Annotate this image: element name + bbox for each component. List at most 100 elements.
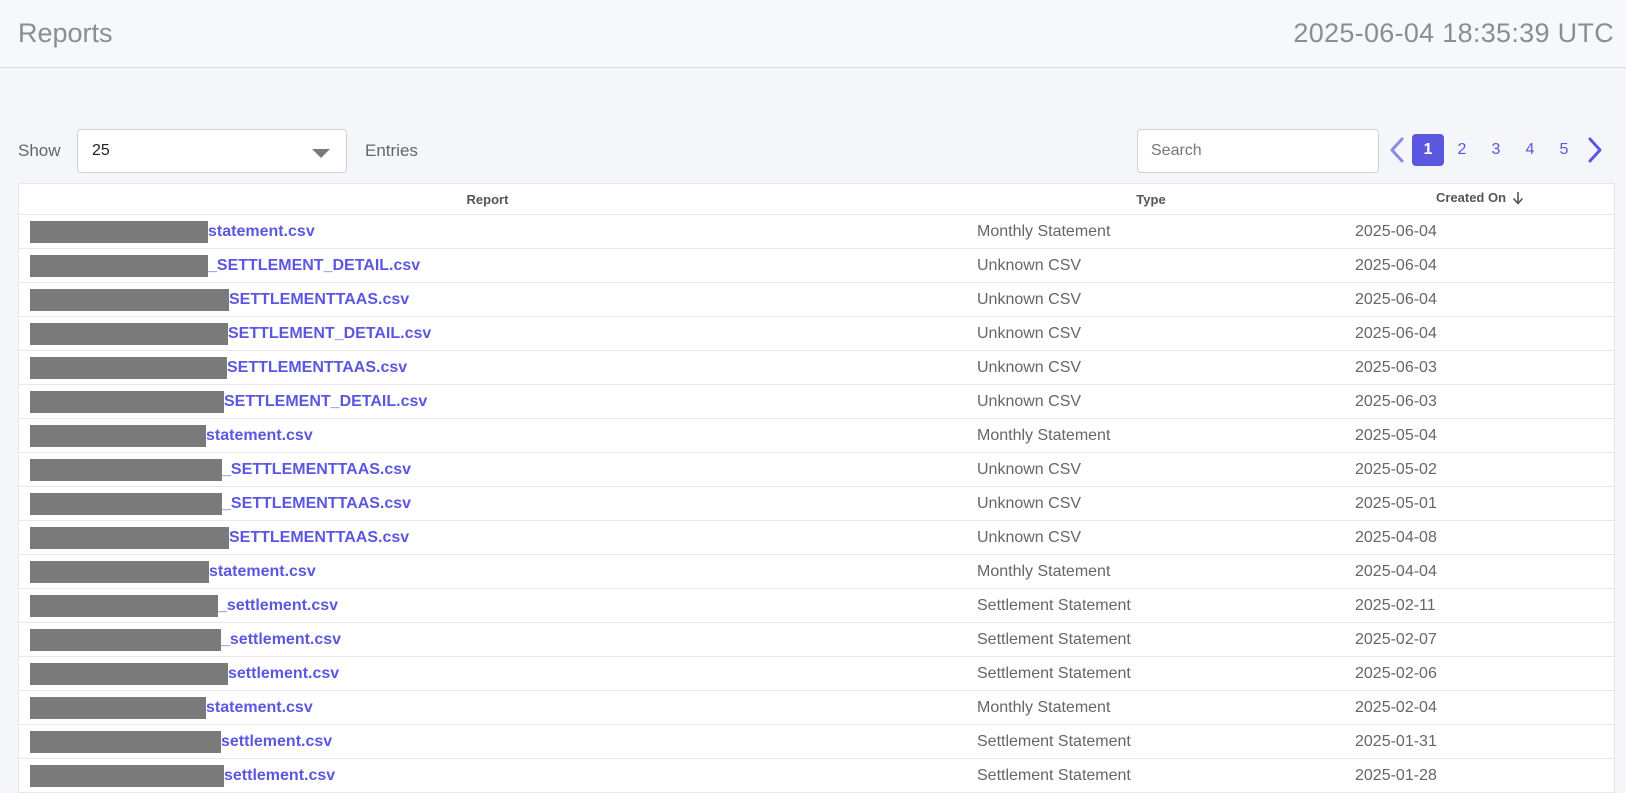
created-on-cell: 2025-06-04 [1346,316,1614,351]
page-header: Reports 2025-06-04 18:35:39 UTC [0,0,1626,68]
report-type-cell: Settlement Statement [956,656,1346,691]
report-file-link[interactable]: SETTLEMENTTAAS.csv [229,529,409,546]
report-type-cell: Unknown CSV [956,350,1346,385]
report-type-cell: Settlement Statement [956,724,1346,759]
redacted-block [30,254,208,277]
column-header-created-on[interactable]: Created On [1346,184,1614,215]
report-file-link[interactable]: SETTLEMENTTAAS.csv [229,291,409,308]
created-on-cell: 2025-02-07 [1346,622,1614,657]
table-row: settlement.csv Settlement Statement 2025-0… [19,656,1614,691]
created-on-cell: 2025-06-03 [1346,350,1614,385]
created-on-cell: 2025-02-11 [1346,588,1614,623]
report-cell: statement.csv [19,214,956,249]
report-file-link[interactable]: _SETTLEMENTTAAS.csv [222,461,411,478]
table-row: settlement.csv Settlement Statement 2025-0… [19,758,1614,793]
created-on-cell: 2025-05-01 [1346,486,1614,521]
redacted-block [30,322,228,345]
redacted-block [30,696,206,719]
report-cell: SETTLEMENTTAAS.csv [19,350,956,385]
report-type-cell: Unknown CSV [956,520,1346,555]
redacted-block [30,594,218,617]
report-file-link[interactable]: statement.csv [206,699,313,716]
table-row: SETTLEMENTTAAS.csv Unknown CSV 2025-04-08 [19,520,1614,555]
report-cell: settlement.csv [19,758,956,793]
next-page-icon[interactable] [1581,132,1609,168]
created-on-cell: 2025-04-08 [1346,520,1614,555]
created-on-cell: 2025-02-06 [1346,656,1614,691]
report-type-cell: Unknown CSV [956,282,1346,317]
redacted-block [30,288,229,311]
entries-label: Entries [365,141,418,160]
pagination: 12345 [1383,132,1609,168]
redacted-block [30,220,208,243]
report-file-link[interactable]: statement.csv [208,223,315,240]
entries-per-page-select[interactable]: 25 [77,129,347,173]
prev-page-icon[interactable] [1383,132,1411,168]
page-button[interactable]: 2 [1446,134,1478,166]
report-type-cell: Settlement Statement [956,758,1346,793]
report-cell: _SETTLEMENTTAAS.csv [19,452,956,487]
report-cell: statement.csv [19,554,956,589]
report-file-link[interactable]: _settlement.csv [221,631,341,648]
table-row: SETTLEMENTTAAS.csv Unknown CSV 2025-06-03 [19,350,1614,385]
table-row: _settlement.csv Settlement Statement 2025-… [19,588,1614,623]
report-file-link[interactable]: settlement.csv [224,767,335,784]
show-label: Show [18,141,61,160]
reports-table: Report Type Created On statement.csv Mont… [18,183,1615,793]
created-on-cell: 2025-05-02 [1346,452,1614,487]
utc-clock: 2025-06-04 18:35:39 UTC [1293,18,1614,48]
report-file-link[interactable]: _SETTLEMENTTAAS.csv [222,495,411,512]
report-file-link[interactable]: settlement.csv [221,733,332,750]
report-type-cell: Monthly Statement [956,214,1346,249]
redacted-block [30,492,222,515]
redacted-block [30,424,206,447]
table-row: statement.csv Monthly Statement 2025-02-04 [19,690,1614,725]
created-on-cell: 2025-06-03 [1346,384,1614,419]
created-on-cell: 2025-04-04 [1346,554,1614,589]
table-controls: Show 25 Entries 12345 [18,129,1614,175]
page-button[interactable]: 4 [1514,134,1546,166]
redacted-block [30,560,209,583]
report-file-link[interactable]: SETTLEMENT_DETAIL.csv [224,393,427,410]
report-type-cell: Settlement Statement [956,588,1346,623]
search-input[interactable] [1137,129,1379,173]
chevron-down-icon [312,149,330,158]
report-cell: statement.csv [19,418,956,453]
report-type-cell: Monthly Statement [956,554,1346,589]
report-cell: settlement.csv [19,656,956,691]
page-button[interactable]: 3 [1480,134,1512,166]
report-file-link[interactable]: settlement.csv [228,665,339,682]
page-button[interactable]: 1 [1412,134,1444,166]
table-header-row: Report Type Created On [19,184,1614,215]
page-button[interactable]: 5 [1548,134,1580,166]
report-file-link[interactable]: statement.csv [209,563,316,580]
redacted-block [30,526,229,549]
redacted-block [30,356,227,379]
created-on-cell: 2025-05-04 [1346,418,1614,453]
report-file-link[interactable]: SETTLEMENTTAAS.csv [227,359,407,376]
report-type-cell: Monthly Statement [956,418,1346,453]
entries-select-value: 25 [92,142,110,159]
table-row: statement.csv Monthly Statement 2025-06-04 [19,214,1614,249]
column-header-type[interactable]: Type [956,184,1346,215]
table-row: SETTLEMENTTAAS.csv Unknown CSV 2025-06-04 [19,282,1614,317]
table-row: _SETTLEMENT_DETAIL.csv Unknown CSV 2025-06… [19,248,1614,283]
report-type-cell: Unknown CSV [956,486,1346,521]
report-file-link[interactable]: SETTLEMENT_DETAIL.csv [228,325,431,342]
created-on-cell: 2025-02-04 [1346,690,1614,725]
created-on-cell: 2025-01-28 [1346,758,1614,793]
table-body: statement.csv Monthly Statement 2025-06-04… [19,214,1614,793]
page-title: Reports [18,18,113,48]
redacted-block [30,390,224,413]
created-on-cell: 2025-06-04 [1346,282,1614,317]
column-header-report[interactable]: Report [19,184,956,215]
report-file-link[interactable]: _SETTLEMENT_DETAIL.csv [208,257,420,274]
report-file-link[interactable]: statement.csv [206,427,313,444]
report-file-link[interactable]: _settlement.csv [218,597,338,614]
table-row: statement.csv Monthly Statement 2025-05-04 [19,418,1614,453]
created-on-cell: 2025-06-04 [1346,248,1614,283]
table-row: statement.csv Monthly Statement 2025-04-04 [19,554,1614,589]
redacted-block [30,628,221,651]
report-cell: SETTLEMENTTAAS.csv [19,282,956,317]
report-type-cell: Unknown CSV [956,384,1346,419]
